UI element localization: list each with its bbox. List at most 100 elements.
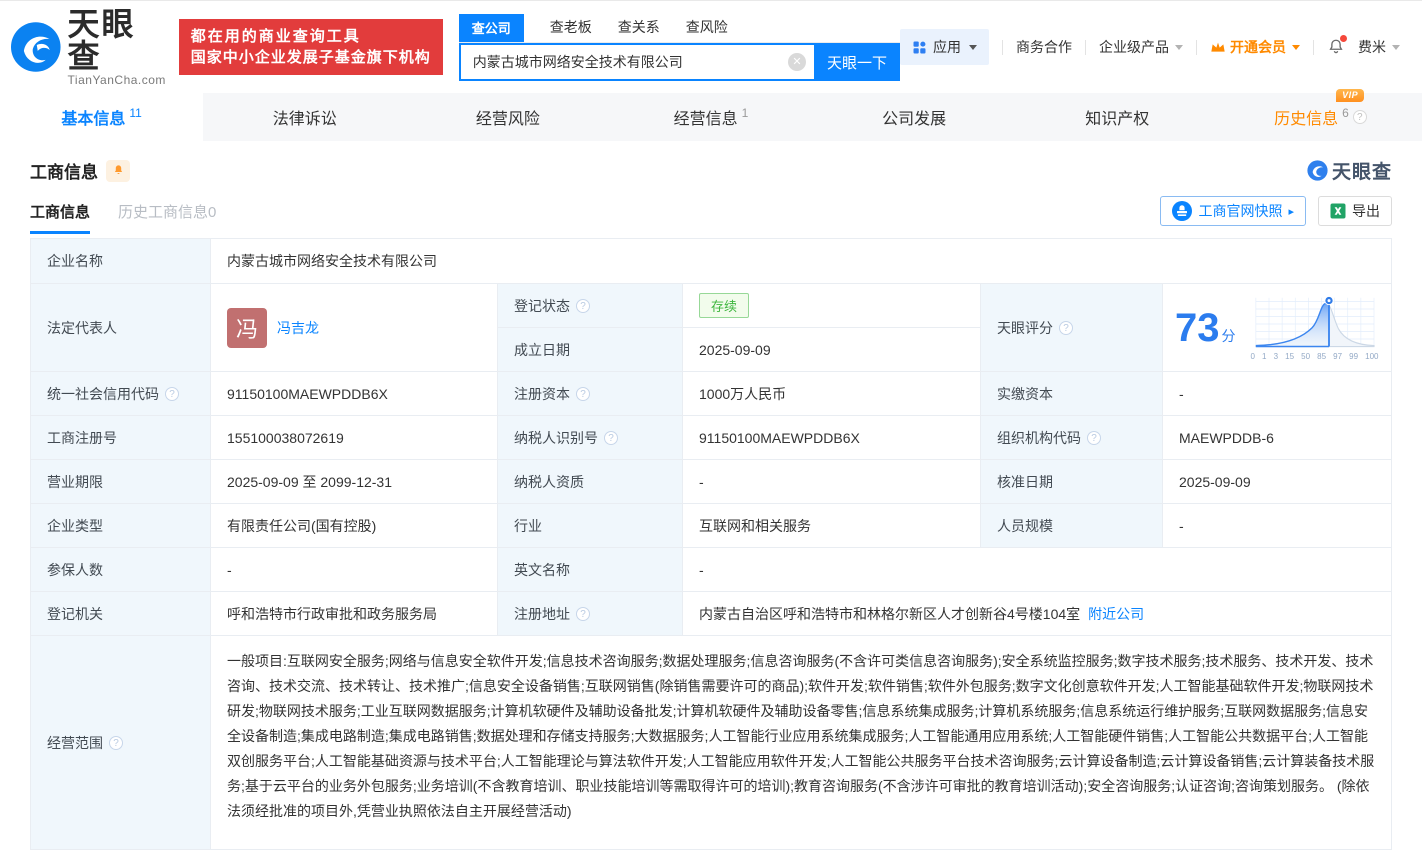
label-company-name: 企业名称: [31, 239, 211, 284]
nearby-companies-link[interactable]: 附近公司: [1088, 604, 1144, 624]
apps-label: 应用: [933, 37, 961, 57]
nav-open-vip[interactable]: 开通会员: [1210, 37, 1300, 57]
label-taxpayer-quality: 纳税人资质: [498, 460, 683, 504]
help-icon[interactable]: ?: [109, 736, 123, 750]
value-approval-date: 2025-09-09: [1163, 460, 1392, 504]
clear-icon[interactable]: ✕: [788, 53, 806, 71]
label-company-type: 企业类型: [31, 504, 211, 548]
logo-domain: TianYanCha.com: [68, 73, 169, 87]
arrow-right-icon: ▸: [1288, 205, 1294, 218]
apps-menu[interactable]: 应用: [900, 29, 989, 65]
label-english-name: 英文名称: [498, 548, 683, 592]
value-staff-size: -: [1163, 504, 1392, 548]
tab-history-info[interactable]: 历史信息 VIP 6 ?: [1219, 93, 1422, 141]
tab-legal-proceedings[interactable]: 法律诉讼: [203, 93, 406, 141]
page: 天眼查 TianYanCha.com 都在用的商业查询工具 国家中小企业发展子基…: [0, 0, 1422, 858]
divider: [1085, 40, 1086, 55]
notification-dot: [1340, 35, 1347, 42]
apps-grid-icon: [912, 40, 927, 55]
help-icon[interactable]: ?: [165, 387, 179, 401]
label-taxpayer-id: 纳税人识别号 ?: [498, 416, 683, 460]
value-industry: 互联网和相关服务: [683, 504, 981, 548]
subtab-business-info[interactable]: 工商信息: [30, 201, 90, 234]
search-tab-company[interactable]: 查公司: [459, 14, 524, 42]
tianyancha-logo[interactable]: 天眼查 TianYanCha.com: [10, 8, 169, 87]
nav-enterprise-products[interactable]: 企业级产品: [1099, 37, 1183, 57]
divider: [1196, 40, 1197, 55]
main-tabs: 基本信息 11 法律诉讼 经营风险 经营信息 1 公司发展 知识产权 历史信息 …: [0, 93, 1422, 141]
company-info-table: 企业名称 内蒙古城市网络安全技术有限公司 法定代表人 冯 冯吉龙 登记状态 ? …: [30, 238, 1392, 850]
chevron-down-icon: [1292, 45, 1300, 50]
label-registration-number: 工商注册号: [31, 416, 211, 460]
help-icon[interactable]: ?: [1353, 110, 1367, 124]
search-tab-relation[interactable]: 查关系: [618, 13, 660, 42]
export-button[interactable]: 导出: [1318, 196, 1392, 226]
subtab-history-business-info[interactable]: 历史工商信息0: [118, 201, 216, 234]
subscribe-bell-icon[interactable]: [106, 160, 130, 182]
search-input-wrap: ✕: [459, 43, 814, 81]
crown-icon: [1210, 40, 1226, 54]
label-tianyan-score: 天眼评分 ?: [981, 284, 1163, 372]
promo-banner: 都在用的商业查询工具 国家中小企业发展子基金旗下机构: [179, 19, 443, 75]
value-credit-code: 91150100MAEWPDDB6X: [211, 372, 498, 416]
legal-rep-avatar[interactable]: 冯: [227, 308, 267, 348]
legal-rep-link[interactable]: 冯吉龙: [277, 318, 319, 338]
value-org-code: MAEWPDDB-6: [1163, 416, 1392, 460]
official-snapshot-button[interactable]: 工商官网快照 ▸: [1160, 196, 1306, 226]
tab-operating-info[interactable]: 经营信息 1: [609, 93, 812, 141]
label-registration-status: 登记状态 ?: [498, 284, 683, 328]
section-title: 工商信息: [30, 158, 98, 183]
tab-count: 6: [1342, 106, 1349, 120]
user-menu[interactable]: 费米: [1358, 37, 1400, 57]
tab-intellectual-property[interactable]: 知识产权: [1016, 93, 1219, 141]
tianyancha-watermark-icon: [1307, 160, 1328, 181]
search-input[interactable]: [473, 54, 788, 70]
help-icon[interactable]: ?: [576, 387, 590, 401]
value-business-term: 2025-09-09 至 2099-12-31: [211, 460, 498, 504]
chevron-down-icon: [1392, 45, 1400, 50]
nav-business-cooperation[interactable]: 商务合作: [1016, 37, 1072, 57]
score-axis-ticks: 01 315 5085 9799 100: [1251, 352, 1379, 361]
label-industry: 行业: [498, 504, 683, 548]
value-company-type: 有限责任公司(国有控股): [211, 504, 498, 548]
value-registration-number: 155100038072619: [211, 416, 498, 460]
help-icon[interactable]: ?: [576, 607, 590, 621]
label-staff-size: 人员规模: [981, 504, 1163, 548]
promo-line-2: 国家中小企业发展子基金旗下机构: [191, 47, 431, 68]
tianyancha-logo-icon: [10, 21, 62, 73]
value-company-name: 内蒙古城市网络安全技术有限公司: [211, 239, 1392, 284]
value-taxpayer-quality: -: [683, 460, 981, 504]
tab-operating-risk[interactable]: 经营风险: [406, 93, 609, 141]
help-icon[interactable]: ?: [1087, 431, 1101, 445]
score-number: 73: [1175, 306, 1220, 350]
label-legal-rep: 法定代表人: [31, 284, 211, 372]
value-established-date: 2025-09-09: [683, 328, 981, 372]
help-icon[interactable]: ?: [1059, 321, 1073, 335]
search-button[interactable]: 天眼一下: [814, 43, 900, 81]
search-tab-boss[interactable]: 查老板: [550, 13, 592, 42]
value-legal-rep: 冯 冯吉龙: [211, 284, 498, 372]
tab-basic-info[interactable]: 基本信息 11: [0, 93, 203, 141]
logo-title: 天眼查: [68, 8, 169, 72]
label-org-code: 组织机构代码 ?: [981, 416, 1163, 460]
label-registry: 登记机关: [31, 592, 211, 636]
vip-badge: VIP: [1336, 89, 1364, 102]
value-registration-status: 存续: [683, 284, 981, 328]
search-tab-risk[interactable]: 查风险: [686, 13, 728, 42]
notification-bell-icon[interactable]: [1327, 38, 1345, 56]
help-icon[interactable]: ?: [576, 299, 590, 313]
chevron-down-icon: [969, 45, 977, 50]
label-insured-count: 参保人数: [31, 548, 211, 592]
score-unit: 分: [1222, 328, 1236, 344]
label-business-term: 营业期限: [31, 460, 211, 504]
label-registered-capital: 注册资本 ?: [498, 372, 683, 416]
label-credit-code: 统一社会信用代码 ?: [31, 372, 211, 416]
tab-company-development[interactable]: 公司发展: [813, 93, 1016, 141]
score-distribution-chart: 01 315 5085 9799 100: [1244, 294, 1384, 361]
value-taxpayer-id: 91150100MAEWPDDB6X: [683, 416, 981, 460]
search-tabs: 查公司 查老板 查关系 查风险: [459, 13, 900, 43]
help-icon[interactable]: ?: [604, 431, 618, 445]
chevron-down-icon: [1175, 45, 1183, 50]
search-area: 查公司 查老板 查关系 查风险 ✕ 天眼一下: [459, 13, 900, 81]
value-business-scope: 一般项目:互联网安全服务;网络与信息安全软件开发;信息技术咨询服务;数据处理服务…: [211, 636, 1392, 850]
